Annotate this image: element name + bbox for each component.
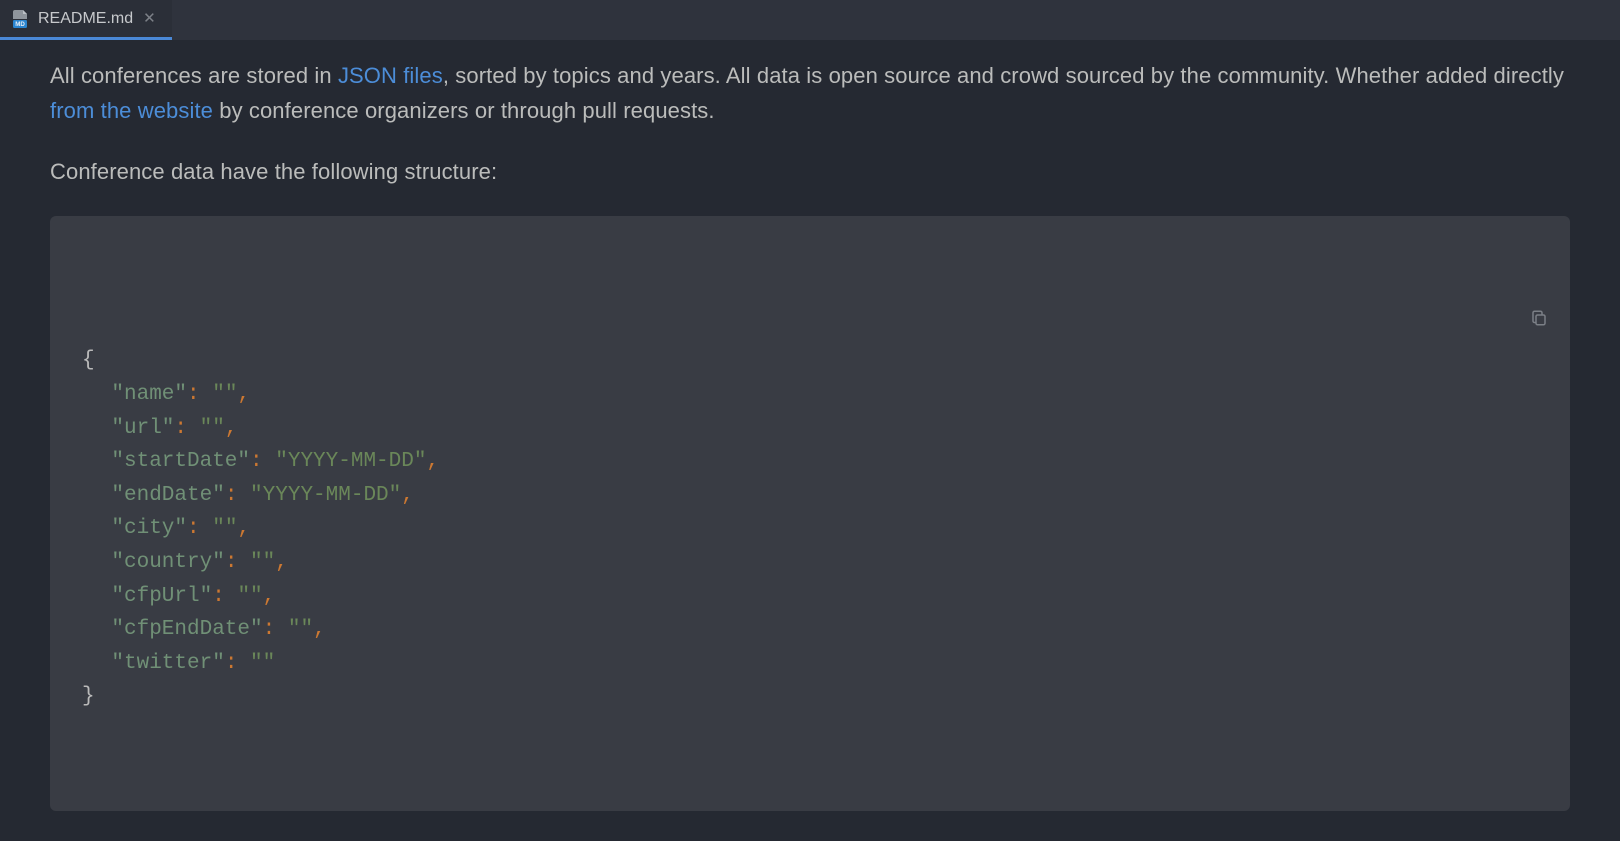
copy-icon[interactable] — [1530, 242, 1548, 260]
json-string: "" — [212, 517, 237, 540]
text: All conferences are stored in — [50, 63, 338, 88]
code-line: "name": "", — [82, 378, 1538, 412]
code-line: "startDate": "YYYY-MM-DD", — [82, 445, 1538, 479]
comma: , — [263, 585, 276, 608]
comma: , — [225, 417, 238, 440]
colon: : — [174, 417, 199, 440]
text: by conference organizers or through pull… — [213, 98, 715, 123]
colon: : — [187, 383, 212, 406]
colon: : — [225, 652, 250, 675]
json-key: "url" — [111, 417, 174, 440]
colon: : — [250, 450, 275, 473]
colon: : — [263, 618, 288, 641]
json-key: "endDate" — [111, 484, 224, 507]
json-key: "twitter" — [111, 652, 224, 675]
code-line: "country": "", — [82, 546, 1538, 580]
json-string: "YYYY-MM-DD" — [275, 450, 426, 473]
tab-active[interactable]: MD README.md ✕ — [0, 0, 172, 40]
comma: , — [426, 450, 439, 473]
code-line: "twitter": "" — [82, 647, 1538, 681]
code-line: } — [82, 680, 1538, 714]
json-key: "cfpEndDate" — [111, 618, 262, 641]
json-files-link[interactable]: JSON files — [338, 63, 443, 88]
code-line: "endDate": "YYYY-MM-DD", — [82, 479, 1538, 513]
colon: : — [225, 551, 250, 574]
brace-close: } — [82, 685, 95, 708]
code-line: "city": "", — [82, 512, 1538, 546]
from-website-link[interactable]: from the website — [50, 98, 213, 123]
close-icon[interactable]: ✕ — [141, 7, 158, 31]
comma: , — [401, 484, 414, 507]
intro-paragraph: All conferences are stored in JSON files… — [50, 58, 1570, 128]
json-string: "" — [200, 417, 225, 440]
json-string: "" — [250, 652, 275, 675]
text: , sorted by topics and years. All data i… — [443, 63, 1564, 88]
json-key: "name" — [111, 383, 187, 406]
code-line: "url": "", — [82, 412, 1538, 446]
json-string: "YYYY-MM-DD" — [250, 484, 401, 507]
json-key: "cfpUrl" — [111, 585, 212, 608]
comma: , — [313, 618, 326, 641]
markdown-file-icon: MD — [10, 9, 30, 29]
comma: , — [237, 383, 250, 406]
json-string: "" — [237, 585, 262, 608]
tab-filename: README.md — [38, 6, 133, 32]
colon: : — [212, 585, 237, 608]
structure-paragraph: Conference data have the following struc… — [50, 154, 1570, 189]
json-string: "" — [212, 383, 237, 406]
code-line: "cfpUrl": "", — [82, 580, 1538, 614]
code-block: {"name": "","url": "","startDate": "YYYY… — [50, 216, 1570, 812]
json-string: "" — [250, 551, 275, 574]
svg-text:MD: MD — [15, 21, 25, 28]
code-line: { — [82, 344, 1538, 378]
markdown-preview: All conferences are stored in JSON files… — [0, 40, 1620, 841]
json-key: "city" — [111, 517, 187, 540]
json-string: "" — [288, 618, 313, 641]
colon: : — [187, 517, 212, 540]
code-line: "cfpEndDate": "", — [82, 613, 1538, 647]
brace-open: { — [82, 349, 95, 372]
json-key: "startDate" — [111, 450, 250, 473]
comma: , — [275, 551, 288, 574]
colon: : — [225, 484, 250, 507]
comma: , — [237, 517, 250, 540]
json-key: "country" — [111, 551, 224, 574]
tabbar: MD README.md ✕ — [0, 0, 1620, 40]
